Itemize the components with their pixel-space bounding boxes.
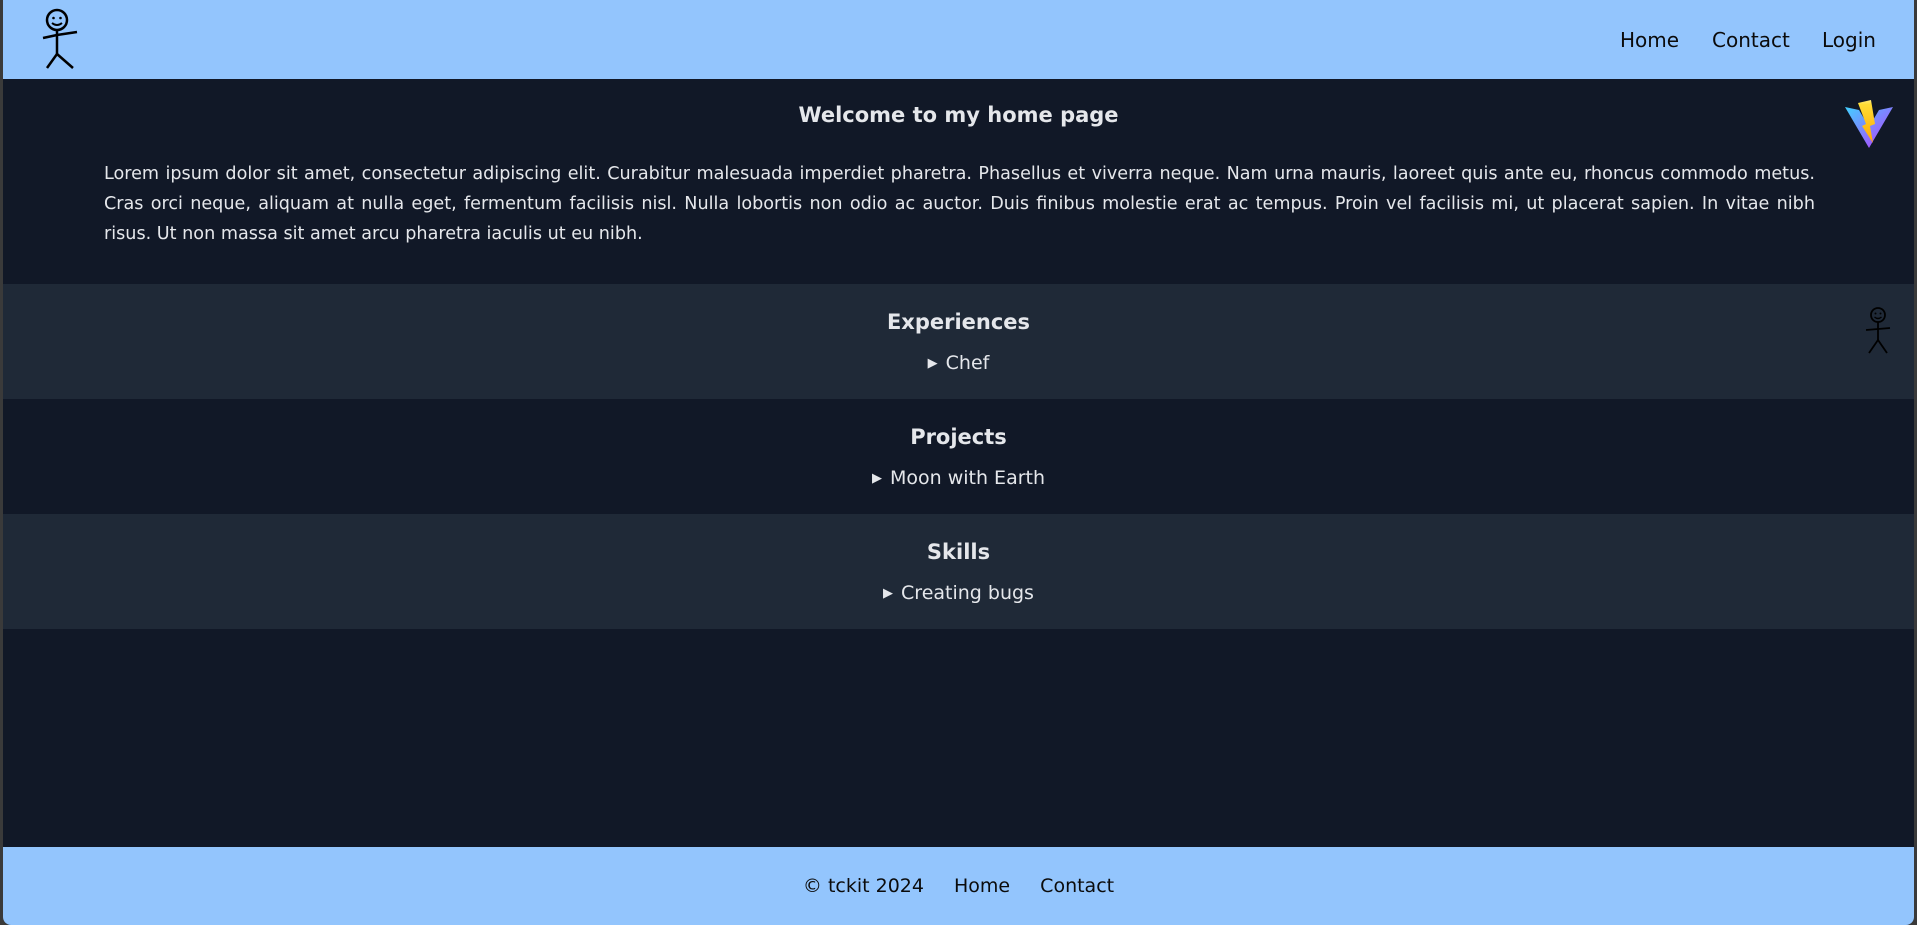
project-item-moon-with-earth[interactable]: ▶ Moon with Earth <box>3 467 1914 489</box>
footer-links: © tckit 2024 Home Contact <box>3 875 1914 897</box>
projects-heading: Projects <box>910 425 1007 449</box>
nav-login-link[interactable]: Login <box>1822 28 1876 52</box>
disclosure-triangle-icon: ▶ <box>927 356 938 371</box>
nav-home-link[interactable]: Home <box>1620 28 1679 52</box>
footer: © tckit 2024 Home Contact <box>3 847 1914 925</box>
page-title: Welcome to my home page <box>798 103 1119 127</box>
project-item-label: Moon with Earth <box>889 467 1046 489</box>
hero-section: Welcome to my home page Lorem ipsum dolo… <box>3 79 1914 284</box>
intro-paragraph: Lorem ipsum dolor sit amet, consectetur … <box>104 164 1815 244</box>
experience-item-chef[interactable]: ▶ Chef <box>3 352 1914 374</box>
experience-item-label: Chef <box>945 352 990 374</box>
footer-contact-link[interactable]: Contact <box>1040 875 1114 897</box>
vite-logo-icon <box>1845 100 1893 148</box>
footer-home-link[interactable]: Home <box>954 875 1010 897</box>
experiences-section: Experiences ▶ Chef <box>3 284 1914 399</box>
top-navbar: Home Contact Login <box>3 0 1914 79</box>
stick-figure-icon <box>1865 307 1891 354</box>
nav-contact-link[interactable]: Contact <box>1712 28 1790 52</box>
skill-item-creating-bugs[interactable]: ▶ Creating bugs <box>3 582 1914 604</box>
skill-item-label: Creating bugs <box>901 582 1034 604</box>
stick-figure-icon[interactable] <box>41 8 85 72</box>
disclosure-triangle-icon: ▶ <box>871 471 882 486</box>
disclosure-triangle-icon: ▶ <box>883 586 894 601</box>
browser-viewport: Home Contact Login Welcome to my home pa… <box>3 0 1914 925</box>
skills-heading: Skills <box>926 540 991 564</box>
footer-copyright: © tckit 2024 <box>802 875 924 897</box>
skills-section: Skills ▶ Creating bugs <box>3 514 1914 629</box>
experiences-heading: Experiences <box>886 310 1031 334</box>
projects-section: Projects ▶ Moon with Earth <box>3 399 1914 514</box>
